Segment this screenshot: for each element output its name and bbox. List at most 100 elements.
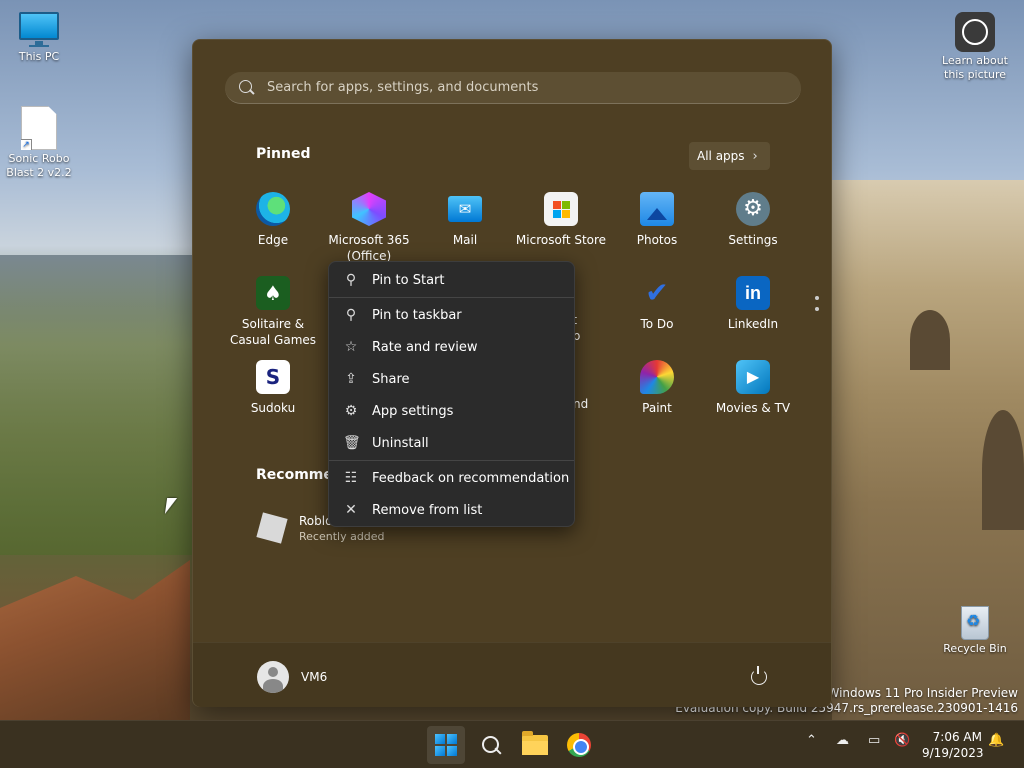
pinned-app-sudoku[interactable]: S Sudoku	[225, 360, 321, 416]
desktop-icon-label: Sonic Robo Blast 2 v2.2	[6, 152, 72, 179]
app-label: Paint	[642, 401, 672, 415]
menu-item-rate-and-review[interactable]: ☆ Rate and review	[329, 331, 574, 363]
start-button[interactable]	[427, 726, 465, 764]
recycle-bin-icon: ♻	[957, 600, 993, 640]
edge-icon	[256, 192, 290, 226]
chevron-up-icon[interactable]: ⌃	[806, 733, 817, 748]
user-name: VM6	[301, 670, 328, 684]
pin-icon: ⚲	[345, 272, 357, 288]
pinned-app-movies-tv[interactable]: ▶ Movies & TV	[705, 360, 801, 416]
app-label: Movies & TV	[715, 401, 791, 415]
chevron-right-icon: ›	[752, 148, 758, 164]
recommended-item-subtitle: Recently added	[299, 529, 385, 543]
pinned-app-mail[interactable]: ✉ Mail	[417, 192, 513, 248]
search-icon	[482, 736, 500, 754]
pinned-app-paint[interactable]: Paint	[609, 360, 705, 416]
pinned-app-microsoft-365[interactable]: Microsoft 365 (Office)	[321, 192, 417, 264]
app-label: nd	[573, 397, 589, 411]
chrome-icon	[567, 733, 591, 757]
desktop-icon-label: Recycle Bin	[943, 642, 1007, 655]
folder-icon	[522, 731, 548, 755]
app-label: Settings	[728, 233, 778, 247]
power-icon[interactable]	[751, 666, 767, 685]
pinned-app-microsoft-store[interactable]: Microsoft Store	[513, 192, 609, 248]
pinned-app-to-do[interactable]: ✔ To Do	[609, 276, 705, 332]
pinned-app-solitaire[interactable]: ♠ Solitaire & Casual Games	[225, 276, 321, 348]
desktop-icon-recycle-bin[interactable]: ♻ Recycle Bin	[936, 600, 1014, 656]
menu-item-feedback[interactable]: ☷ Feedback on recommendation	[329, 462, 574, 494]
app-label: Edge	[257, 233, 289, 247]
user-account-button[interactable]: VM6	[257, 661, 327, 693]
menu-item-remove-from-list[interactable]: ✕ Remove from list	[329, 494, 574, 526]
search-box[interactable]: Search for apps, settings, and documents	[225, 72, 801, 104]
menu-divider	[329, 297, 574, 298]
all-apps-button[interactable]: All apps ›	[689, 142, 770, 170]
app-label: Microsoft Store	[515, 233, 607, 247]
pinned-title: Pinned	[256, 146, 311, 162]
file-shortcut-icon: ↗	[21, 106, 57, 150]
app-label: LinkedIn	[727, 317, 779, 331]
menu-item-share[interactable]: ⇪ Share	[329, 363, 574, 395]
network-icon[interactable]: ▭	[868, 733, 880, 748]
onedrive-icon[interactable]: ☁	[836, 733, 849, 748]
play-icon: ▶	[736, 360, 770, 394]
gear-icon: ⚙	[736, 192, 770, 226]
app-label: Photos	[636, 233, 678, 247]
taskbar: ⌃ ☁ ▭ 🔇 7:06 AM 9/19/2023 🔔	[0, 720, 1024, 768]
app-label: Sudoku	[250, 401, 296, 415]
avatar	[257, 661, 289, 693]
cards-icon: ♠	[256, 276, 290, 310]
clock-time: 7:06 AM	[932, 730, 982, 744]
menu-item-pin-to-taskbar[interactable]: ⚲ Pin to taskbar	[329, 299, 574, 331]
file-explorer-button[interactable]	[516, 726, 554, 764]
notification-bell-icon[interactable]: 🔔	[988, 733, 1004, 748]
photos-icon	[640, 192, 674, 226]
search-button[interactable]	[472, 726, 510, 764]
app-label: Microsoft 365 (Office)	[328, 233, 410, 263]
context-menu: ⚲ Pin to Start ⚲ Pin to taskbar ☆ Rate and …	[328, 261, 575, 527]
pinned-app-photos[interactable]: Photos	[609, 192, 705, 248]
gear-icon: ⚙	[344, 403, 358, 419]
roblox-icon	[256, 512, 288, 544]
volume-muted-icon[interactable]: 🔇	[894, 733, 910, 748]
desktop-icon-sonic[interactable]: ↗ Sonic Robo Blast 2 v2.2	[0, 106, 78, 180]
menu-item-uninstall[interactable]: 🗑 Uninstall	[329, 427, 574, 459]
chrome-button[interactable]	[560, 726, 598, 764]
menu-divider	[329, 460, 574, 461]
pin-icon: ⚲	[345, 307, 357, 323]
pinned-app-settings[interactable]: ⚙ Settings	[705, 192, 801, 248]
desktop-icon-learn[interactable]: Learn about this picture	[935, 12, 1015, 82]
all-apps-label: All apps	[697, 149, 745, 163]
start-footer: VM6	[193, 642, 831, 707]
clock[interactable]: 7:06 AM 9/19/2023	[922, 729, 984, 761]
paint-palette-icon	[640, 360, 674, 394]
search-icon	[239, 79, 255, 96]
linkedin-icon: in	[736, 276, 770, 310]
mail-icon: ✉	[448, 196, 482, 222]
clock-date: 9/19/2023	[922, 746, 984, 760]
wallpaper-rock	[0, 560, 190, 720]
camera-icon	[955, 12, 995, 52]
wallpaper-arch	[910, 310, 950, 370]
desktop-icon-label: This PC	[18, 50, 60, 63]
pinned-app-linkedin[interactable]: in LinkedIn	[705, 276, 801, 332]
desktop-icon-label: Learn about this picture	[942, 54, 1008, 81]
sudoku-icon: S	[256, 360, 290, 394]
desktop-icon-this-pc[interactable]: This PC	[0, 12, 78, 64]
watermark-line1: Windows 11 Pro Insider Preview	[827, 686, 1018, 700]
menu-item-app-settings[interactable]: ⚙ App settings	[329, 395, 574, 427]
windows-logo-icon	[435, 734, 457, 756]
close-icon: ✕	[345, 502, 357, 518]
feedback-icon: ☷	[344, 470, 358, 486]
page-indicator[interactable]	[815, 296, 819, 318]
wallpaper-arch	[982, 410, 1024, 530]
pinned-app-edge[interactable]: Edge	[225, 192, 321, 248]
star-icon: ☆	[344, 339, 358, 355]
wallpaper-hills	[0, 255, 192, 555]
menu-item-pin-to-start[interactable]: ⚲ Pin to Start	[329, 264, 574, 296]
app-label: Solitaire & Casual Games	[229, 317, 317, 347]
pinned-app-partial-2[interactable]: nd	[573, 396, 597, 412]
app-label: Mail	[452, 233, 478, 247]
share-icon: ⇪	[345, 371, 357, 387]
monitor-icon	[17, 12, 61, 48]
